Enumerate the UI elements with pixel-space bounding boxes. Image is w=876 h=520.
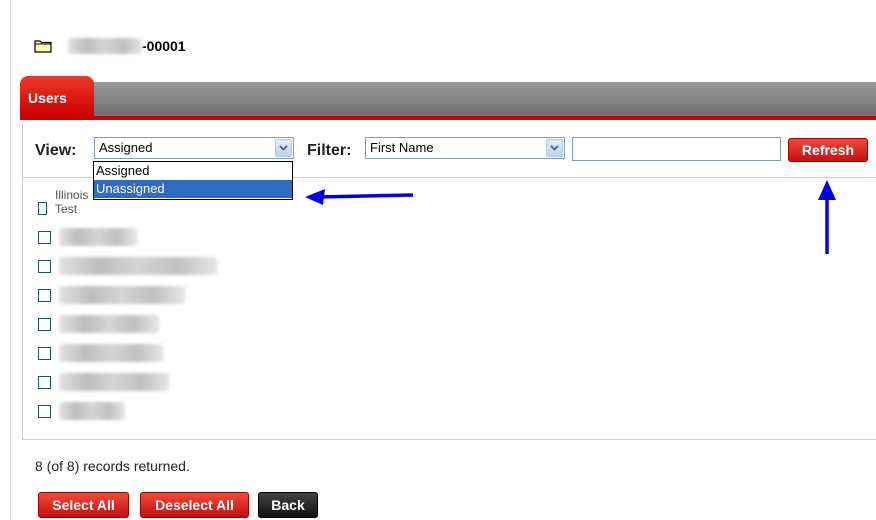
annotation-arrow-up-icon <box>818 180 836 254</box>
user-checkbox[interactable] <box>38 288 51 302</box>
filter-text-input[interactable] <box>572 137 781 161</box>
list-item: Illinois Test <box>38 188 92 218</box>
user-checkbox[interactable] <box>38 346 51 360</box>
redacted-user-name <box>59 286 185 304</box>
tab-users-label: Users <box>28 90 67 106</box>
redacted-user-name <box>59 373 169 391</box>
account-header: -00001 <box>34 37 186 55</box>
view-option-assigned[interactable]: Assigned <box>94 162 292 180</box>
view-dropdown-list: Assigned Unassigned <box>93 161 293 200</box>
user-checkbox[interactable] <box>38 404 51 418</box>
annotation-arrow-left-icon <box>305 189 414 205</box>
folder-icon <box>34 39 52 53</box>
list-item <box>38 401 125 421</box>
redacted-user-name <box>59 402 125 420</box>
tab-bar: Users <box>20 76 876 120</box>
redacted-user-name <box>59 315 159 333</box>
user-checkbox[interactable] <box>38 259 51 273</box>
list-item <box>38 372 169 392</box>
view-select-value: Assigned <box>99 140 153 155</box>
view-label: View: <box>35 142 77 159</box>
page-left-border <box>10 0 11 520</box>
user-checkbox[interactable] <box>38 375 51 389</box>
records-divider <box>22 439 876 440</box>
view-select[interactable]: Assigned <box>94 137 294 159</box>
redacted-account-name <box>68 38 142 54</box>
deselect-all-button[interactable]: Deselect All <box>140 492 249 518</box>
list-item <box>38 227 137 247</box>
user-checkbox[interactable] <box>38 317 51 331</box>
list-item <box>38 256 217 276</box>
filter-select-value: First Name <box>370 140 434 155</box>
user-name: Illinois Test <box>55 188 89 216</box>
tab-users[interactable]: Users <box>20 76 94 116</box>
chevron-down-icon[interactable] <box>275 139 292 157</box>
back-button[interactable]: Back <box>258 492 318 518</box>
filter-label: Filter: <box>307 142 352 159</box>
redacted-user-name <box>59 344 163 362</box>
redacted-user-name <box>59 228 137 246</box>
list-item <box>38 285 185 305</box>
cropped-header-text <box>10 0 530 5</box>
chevron-down-icon[interactable] <box>546 139 563 157</box>
records-count: 8 (of 8) records returned. <box>35 458 190 474</box>
refresh-button[interactable]: Refresh <box>788 138 868 162</box>
filter-select[interactable]: First Name <box>365 137 565 159</box>
redacted-user-name <box>59 257 217 275</box>
list-item <box>38 343 163 363</box>
view-option-unassigned[interactable]: Unassigned <box>94 180 292 198</box>
user-checkbox[interactable] <box>38 230 51 244</box>
list-item <box>38 314 159 334</box>
select-all-button[interactable]: Select All <box>38 492 129 518</box>
user-checkbox[interactable] <box>38 201 48 215</box>
list-left-border <box>22 178 23 440</box>
account-id: -00001 <box>142 38 186 54</box>
